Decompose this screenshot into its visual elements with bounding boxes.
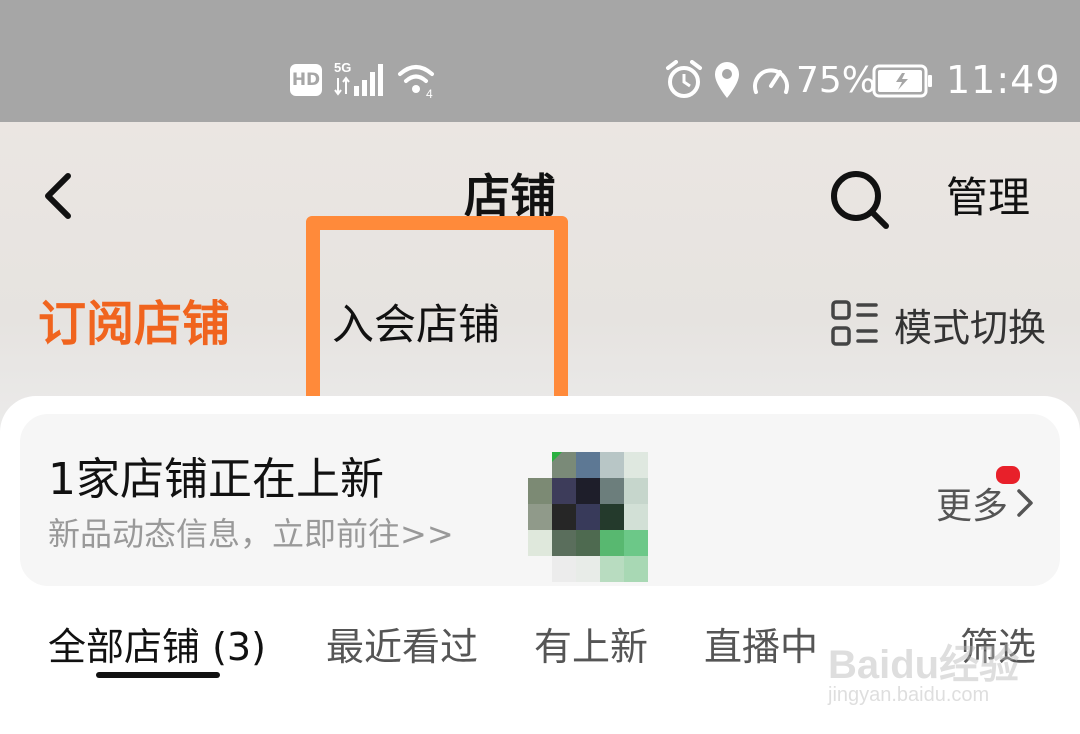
mode-switch-button[interactable]: 模式切换 [830,296,1046,352]
more-button[interactable]: 更多 [936,478,1036,528]
watermark-text: Baidu经验 [828,643,1020,687]
filter-tab-recent[interactable]: 最近看过 [326,622,478,672]
search-button[interactable] [828,168,892,232]
location-icon [712,60,742,100]
filter-tab-all[interactable]: 全部店铺 (3) [48,622,266,672]
wifi-icon: 4 [396,60,442,100]
battery-icon [872,64,934,98]
banner-subtitle: 新品动态信息，立即前往>> [48,515,454,553]
filter-tab-live[interactable]: 直播中 [704,622,818,672]
svg-text:4: 4 [426,87,433,100]
mode-switch-label: 模式切换 [894,305,1047,350]
banner-title: 1家店铺正在上新 [48,454,384,505]
battery-percent: 75% [796,59,877,101]
chevron-right-icon [1017,489,1033,517]
svg-text:5G: 5G [334,60,351,75]
manage-button[interactable]: 管理 [946,170,1030,226]
hd-icon: HD [290,64,322,96]
clock: 11:49 [946,58,1061,102]
list-grid-icon [831,300,878,346]
tab-subscribed-stores[interactable]: 订阅店铺 [38,292,230,356]
notification-dot [996,466,1020,484]
filter-tab-new[interactable]: 有上新 [534,622,648,672]
speed-icon [750,60,792,100]
chevron-left-icon [45,173,71,219]
store-thumbnail-image[interactable] [528,432,652,582]
back-button[interactable] [36,168,80,224]
alarm-icon [664,60,704,100]
more-label: 更多 [936,486,1009,527]
signal-icon: 5G [332,58,388,100]
watermark: Baidu经验 jingyan.baidu.com [828,616,1048,716]
annotation-highlight-box [306,216,568,410]
status-bar: HD 5G 4 75% 11:49 [0,0,1080,122]
watermark-url: jingyan.baidu.com [828,684,990,706]
active-tab-underline [96,672,220,678]
search-icon [831,171,889,229]
